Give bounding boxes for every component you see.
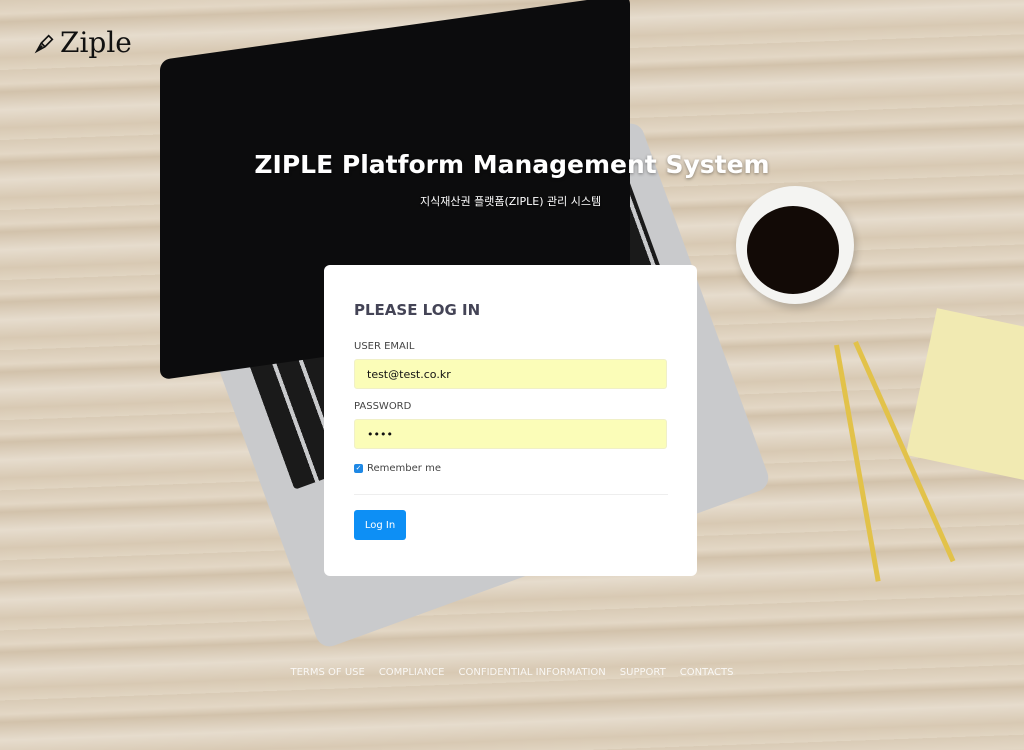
footer-link-compliance[interactable]: COMPLIANCE bbox=[379, 667, 445, 678]
footer-link-terms[interactable]: TERMS OF USE bbox=[291, 667, 365, 678]
footer-link-contacts[interactable]: CONTACTS bbox=[680, 667, 734, 678]
email-label: USER EMAIL bbox=[354, 341, 415, 352]
login-heading: PLEASE LOG IN bbox=[354, 301, 481, 319]
page-subtitle: 지식재산권 플랫폼(ZIPLE) 관리 시스템 bbox=[420, 195, 602, 208]
remember-checkbox[interactable]: ✓ bbox=[354, 464, 363, 473]
divider bbox=[354, 494, 668, 495]
password-label: PASSWORD bbox=[354, 401, 412, 412]
email-field[interactable] bbox=[354, 359, 667, 389]
footer-links: TERMS OF USE COMPLIANCE CONFIDENTIAL INF… bbox=[0, 667, 1024, 678]
logo-text: Ziple bbox=[60, 26, 132, 59]
remember-label: Remember me bbox=[367, 463, 441, 474]
login-button[interactable]: Log In bbox=[354, 510, 406, 540]
fountain-pen-icon bbox=[34, 33, 54, 53]
footer-link-confidential[interactable]: CONFIDENTIAL INFORMATION bbox=[458, 667, 605, 678]
footer-link-support[interactable]: SUPPORT bbox=[620, 667, 666, 678]
login-card: PLEASE LOG IN USER EMAIL PASSWORD ✓ Reme… bbox=[324, 265, 697, 576]
notepad-image bbox=[905, 308, 1024, 482]
page-title: ZIPLE Platform Management System bbox=[254, 150, 770, 179]
coffee-cup-image bbox=[736, 186, 854, 304]
password-field[interactable] bbox=[354, 419, 667, 449]
remember-me[interactable]: ✓ Remember me bbox=[354, 463, 667, 474]
logo[interactable]: Ziple bbox=[34, 26, 132, 59]
